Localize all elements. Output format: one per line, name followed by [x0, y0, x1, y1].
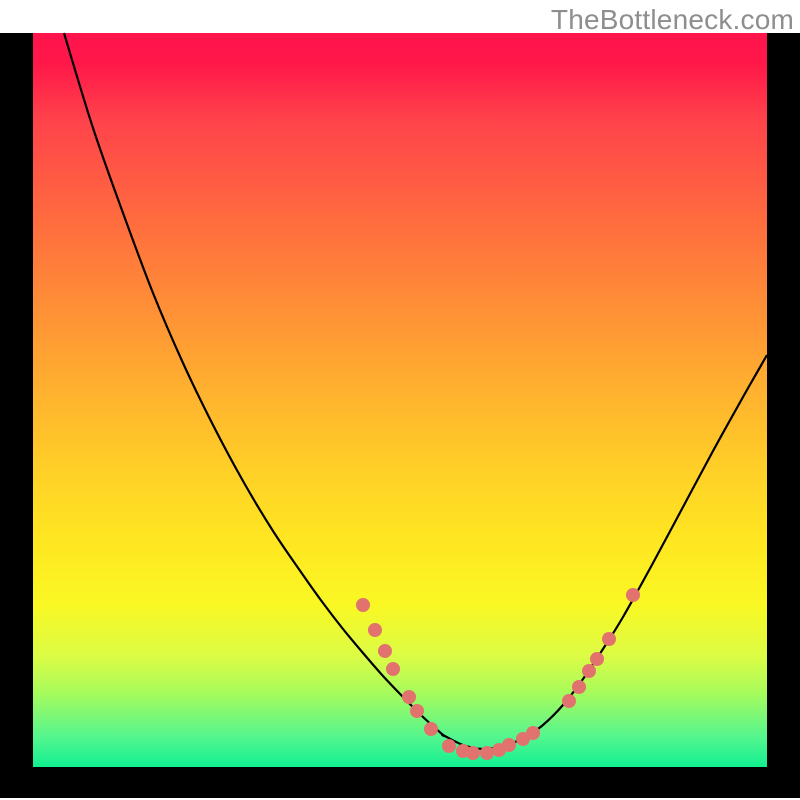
- marker-group: [356, 588, 640, 760]
- curve-group: [64, 33, 767, 749]
- figure-container: TheBottleneck.com: [0, 0, 800, 800]
- data-point-marker: [466, 746, 480, 760]
- data-point-marker: [590, 652, 604, 666]
- watermark-text: TheBottleneck.com: [551, 4, 794, 36]
- data-point-marker: [386, 662, 400, 676]
- data-point-marker: [424, 722, 438, 736]
- data-point-marker: [356, 598, 370, 612]
- data-point-marker: [368, 623, 382, 637]
- bottleneck-curve: [64, 33, 767, 749]
- plot-svg: [33, 33, 767, 767]
- data-point-marker: [602, 632, 616, 646]
- data-point-marker: [572, 680, 586, 694]
- data-point-marker: [378, 644, 392, 658]
- data-point-marker: [582, 664, 596, 678]
- data-point-marker: [562, 694, 576, 708]
- data-point-marker: [626, 588, 640, 602]
- data-point-marker: [480, 746, 494, 760]
- data-point-marker: [402, 690, 416, 704]
- data-point-marker: [526, 726, 540, 740]
- data-point-marker: [410, 704, 424, 718]
- data-point-marker: [502, 738, 516, 752]
- data-point-marker: [442, 739, 456, 753]
